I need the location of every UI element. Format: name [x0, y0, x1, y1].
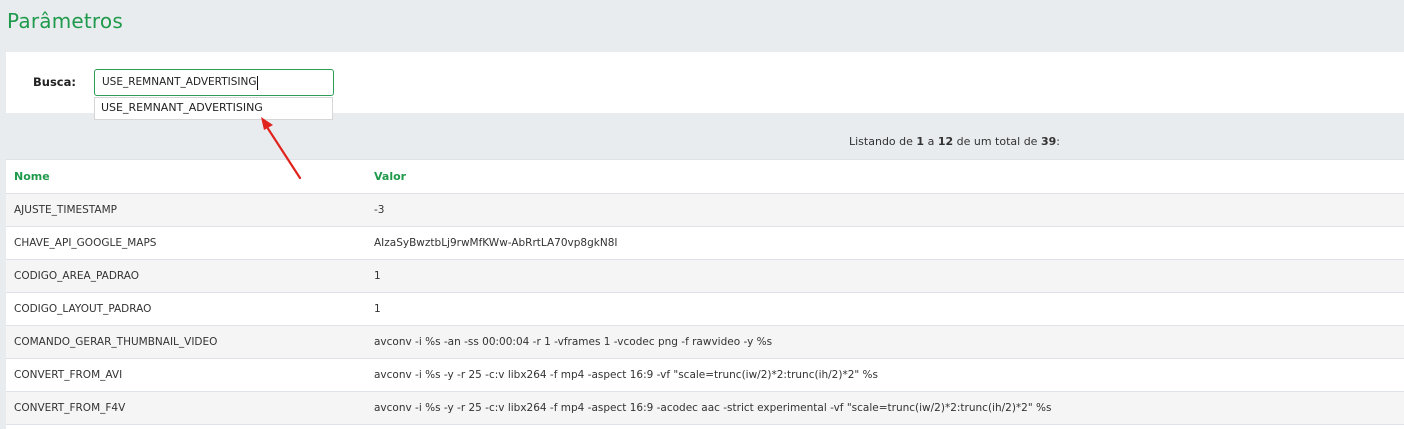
listing-info: Listando de 1 a 12 de um total de 39:: [849, 135, 1060, 148]
cell-value: avconv -i %s -y -r 25 -c:v libx264 -f mp…: [366, 358, 1404, 392]
table-row[interactable]: CONVERT_FROM_AVI avconv -i %s -y -r 25 -…: [6, 358, 1404, 392]
cell-value: avconv -i %s -an -ss 00:00:04 -r 1 -vfra…: [366, 325, 1404, 359]
cell-value: -3: [366, 193, 1404, 227]
cell-name: CONVERT_FROM_F4V: [6, 391, 366, 425]
search-input[interactable]: USE_REMNANT_ADVERTISING: [94, 69, 334, 96]
table-row[interactable]: CODIGO_AREA_PADRAO 1: [6, 259, 1404, 293]
cell-name: AJUSTE_TIMESTAMP: [6, 193, 366, 227]
cell-value: avconv -i %s -y -r 25 -c:v libx264 -f mp…: [366, 391, 1404, 425]
cell-value: 1: [366, 292, 1404, 326]
cell-name: CODIGO_LAYOUT_PADRAO: [6, 292, 366, 326]
search-label: Busca:: [33, 75, 76, 89]
page-title: Parâmetros: [7, 9, 123, 33]
search-input-value: USE_REMNANT_ADVERTISING: [102, 76, 257, 88]
cell-name: CONVERT_FROM_AVI: [6, 358, 366, 392]
table-row[interactable]: COMANDO_GERAR_THUMBNAIL_VIDEO avconv -i …: [6, 325, 1404, 359]
annotation-arrow-icon: [261, 117, 302, 180]
listing-from: 1: [916, 135, 925, 148]
cell-name: COMANDO_GERAR_THUMBNAIL_VIDEO: [6, 325, 366, 359]
table-row[interactable]: AJUSTE_TIMESTAMP -3: [6, 193, 1404, 227]
column-header-valor[interactable]: Valor: [366, 160, 1404, 194]
table-header-row: Nome Valor: [6, 160, 1404, 194]
cell-name: CHAVE_API_GOOGLE_MAPS: [6, 226, 366, 260]
listing-to: 12: [937, 135, 954, 148]
cell-name: CODIGO_AREA_PADRAO: [6, 259, 366, 293]
text-caret: [257, 75, 259, 90]
listing-total: 39: [1040, 135, 1057, 148]
parameters-table: Nome Valor AJUSTE_TIMESTAMP -3 CHAVE_API…: [6, 160, 1404, 425]
cell-value: 1: [366, 259, 1404, 293]
table-row[interactable]: CONVERT_FROM_F4V avconv -i %s -y -r 25 -…: [6, 391, 1404, 425]
table-row[interactable]: CODIGO_LAYOUT_PADRAO 1: [6, 292, 1404, 326]
parameters-table-container: Nome Valor AJUSTE_TIMESTAMP -3 CHAVE_API…: [6, 159, 1404, 429]
cell-value: AIzaSyBwztbLj9rwMfKWw-AbRrtLA70vp8gkN8I: [366, 226, 1404, 260]
table-row[interactable]: CHAVE_API_GOOGLE_MAPS AIzaSyBwztbLj9rwMf…: [6, 226, 1404, 260]
